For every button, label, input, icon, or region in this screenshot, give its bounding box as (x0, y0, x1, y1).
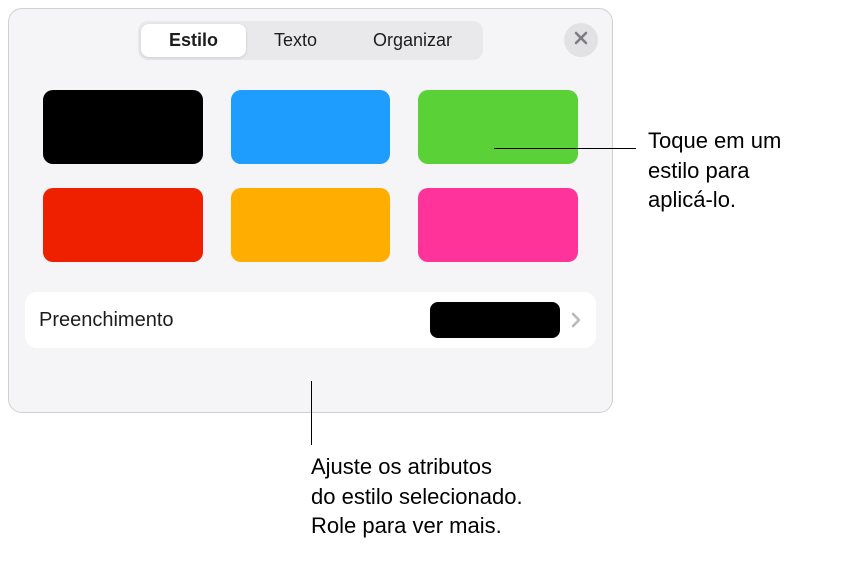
swatch-magenta[interactable] (418, 188, 578, 262)
tab-arrange[interactable]: Organizar (345, 24, 480, 57)
style-swatches-grid (9, 70, 612, 274)
swatch-green[interactable] (418, 90, 578, 164)
fill-color-preview (430, 302, 560, 338)
fill-row[interactable]: Preenchimento (25, 292, 596, 348)
panel-header: Estilo Texto Organizar (9, 9, 612, 70)
callout-line (311, 381, 312, 445)
fill-label: Preenchimento (39, 309, 430, 332)
swatch-red[interactable] (43, 188, 203, 262)
callout-line (494, 148, 636, 149)
swatch-black[interactable] (43, 90, 203, 164)
format-panel: Estilo Texto Organizar Preenchimento (8, 8, 613, 413)
callout-tap-style: Toque em umestilo paraaplicá-lo. (648, 126, 781, 215)
chevron-right-icon (570, 311, 582, 329)
callout-adjust-attributes: Ajuste os atributosdo estilo selecionado… (311, 452, 523, 541)
tab-text[interactable]: Texto (246, 24, 345, 57)
swatch-blue[interactable] (231, 90, 391, 164)
close-button[interactable] (564, 23, 598, 57)
tab-style[interactable]: Estilo (141, 24, 246, 57)
tab-segmented-control: Estilo Texto Organizar (138, 21, 483, 60)
swatch-orange[interactable] (231, 188, 391, 262)
close-icon (573, 30, 589, 51)
